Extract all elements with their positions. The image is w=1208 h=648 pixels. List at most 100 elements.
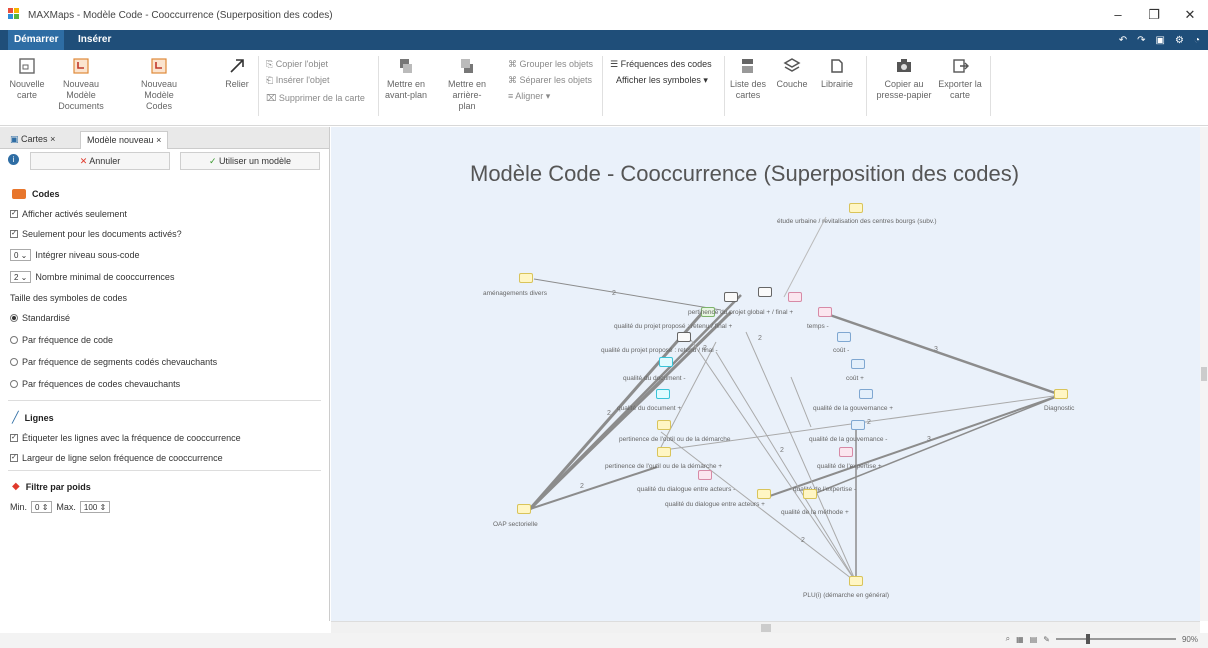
maxmaps-logo-icon	[8, 8, 22, 22]
edge-line[interactable]	[823, 311, 1062, 397]
edge-line[interactable]	[533, 278, 722, 311]
map-list-button[interactable]: Liste des cartes	[728, 54, 768, 101]
code-node-icon[interactable]	[657, 447, 671, 457]
zoom-fit-icon[interactable]: ⌕	[1006, 634, 1010, 644]
scroll-thumb[interactable]	[1201, 367, 1207, 381]
zoom-slider[interactable]	[1055, 634, 1176, 644]
code-node-icon[interactable]	[519, 273, 533, 283]
bring-front-button[interactable]: Mettre en avant-plan	[384, 54, 428, 101]
code-node-icon[interactable]	[849, 203, 863, 213]
pen-icon[interactable]: ✎	[1043, 635, 1050, 644]
copy-object-button[interactable]: ⎘ Copier l'objet	[266, 58, 328, 70]
send-back-label: Mettre en arrière-plan	[447, 79, 487, 111]
weight-min-stepper[interactable]: 0 ⇕	[31, 501, 53, 513]
ribbon-separator	[378, 56, 379, 116]
scroll-thumb[interactable]	[761, 624, 771, 632]
maximize-button[interactable]: ❐	[1136, 0, 1172, 30]
weight-max-stepper[interactable]: 100 ⇕	[79, 501, 111, 513]
code-node-icon[interactable]	[656, 389, 670, 399]
code-node-icon[interactable]	[677, 332, 691, 342]
size-code-freq-radio[interactable]: Par fréquence de code	[10, 335, 113, 345]
size-standard-radio[interactable]: Standardisé	[10, 313, 70, 323]
code-node-icon[interactable]	[803, 489, 817, 499]
code-node-icon[interactable]	[818, 307, 832, 317]
edge-line[interactable]	[745, 331, 857, 583]
close-tab-icon[interactable]: ×	[50, 134, 55, 144]
align-button[interactable]: ≡ Aligner ▾	[508, 90, 550, 102]
insert-object-button[interactable]: ⎗ Insérer l'objet	[266, 74, 329, 86]
code-node-icon[interactable]	[757, 489, 771, 499]
code-node-icon[interactable]	[839, 447, 853, 457]
delete-from-map-button[interactable]: ⌧ Supprimer de la carte	[266, 92, 365, 104]
code-node-label: pertinence de l'outil ou de la démarche …	[605, 463, 723, 470]
only-active-docs-checkbox[interactable]: ✓ Seulement pour les documents activés?	[10, 229, 182, 239]
grid-view-icon[interactable]: ▦	[1016, 635, 1024, 644]
edge-line[interactable]	[783, 216, 827, 298]
section-divider	[8, 470, 321, 471]
close-tab-icon[interactable]: ×	[156, 135, 161, 145]
code-node-icon[interactable]	[849, 576, 863, 586]
ribbon-separator	[602, 56, 603, 116]
checkbox-checked-icon: ✓	[10, 434, 18, 442]
code-node-icon[interactable]	[517, 504, 531, 514]
code-node-icon[interactable]	[659, 357, 673, 367]
tab-cartes[interactable]: ▣ Cartes ×	[4, 131, 61, 149]
symbol-size-label: Taille des symboles de codes	[10, 293, 128, 303]
code-node-icon[interactable]	[837, 332, 851, 342]
send-back-button[interactable]: Mettre en arrière-plan	[444, 54, 490, 112]
status-bar: ⌕ ▦ ▤ ✎ 90%	[0, 633, 1208, 648]
info-icon[interactable]: i	[8, 154, 19, 165]
edge-line[interactable]	[790, 376, 812, 428]
use-model-button[interactable]: ✓ Utiliser un modèle	[180, 152, 320, 170]
new-model-documents-button[interactable]: Nouveau Modèle Documents	[58, 54, 104, 112]
show-symbols-dropdown[interactable]: Afficher les symboles ▾	[616, 74, 708, 86]
map-canvas[interactable]: Modèle Code - Cooccurrence (Superpositio…	[331, 127, 1200, 621]
code-node-icon[interactable]	[758, 287, 772, 297]
code-frequencies-button[interactable]: ☰ Fréquences des codes	[610, 58, 712, 70]
tab-inserer[interactable]: Insérer	[72, 30, 117, 50]
export-map-button[interactable]: Exporter la carte	[938, 54, 982, 101]
link-button[interactable]: Relier	[222, 54, 252, 90]
edge-label: 2	[607, 410, 611, 417]
new-map-button[interactable]: Nouvelle carte	[6, 54, 48, 101]
new-model-codes-button[interactable]: Nouveau Modèle Codes	[136, 54, 182, 112]
min-cooccurrence-dropdown[interactable]: 2 ⌄	[10, 271, 32, 283]
code-node-icon[interactable]	[851, 420, 865, 430]
layer-button[interactable]: Couche	[772, 54, 812, 90]
show-active-only-checkbox[interactable]: ✓ Afficher activés seulement	[10, 209, 127, 219]
help-icon[interactable]: ◔	[1194, 35, 1200, 46]
library-button[interactable]: Librairie	[814, 54, 860, 90]
label-lines-checkbox[interactable]: ✓ Étiqueter les lignes avec la fréquence …	[10, 433, 241, 443]
edge-line[interactable]	[690, 339, 857, 583]
horizontal-scrollbar[interactable]	[331, 621, 1200, 633]
page-view-icon[interactable]: ▤	[1030, 635, 1038, 644]
copy-clipboard-button[interactable]: Copier au presse-papier	[874, 54, 934, 101]
tab-modele-nouveau[interactable]: Modèle nouveau ×	[80, 131, 169, 149]
group-objects-button[interactable]: ⌘ Grouper les objets	[508, 58, 593, 70]
zoom-knob[interactable]	[1085, 634, 1090, 644]
settings-icon[interactable]: ⚙	[1175, 35, 1184, 46]
code-node-label: qualité de la méthode +	[781, 509, 849, 516]
code-node-icon[interactable]	[724, 292, 738, 302]
width-by-freq-checkbox[interactable]: ✓ Largeur de ligne selon fréquence de coo…	[10, 453, 223, 463]
code-node-icon[interactable]	[657, 420, 671, 430]
code-node-label: aménagements divers	[483, 290, 547, 297]
print-icon[interactable]: ▣	[1156, 35, 1165, 46]
close-button[interactable]: ✕	[1172, 0, 1208, 30]
tab-demarrer[interactable]: Démarrer	[8, 30, 65, 50]
undo-icon[interactable]: ↶	[1119, 35, 1127, 46]
edge-line[interactable]	[763, 394, 1062, 499]
code-node-icon[interactable]	[859, 389, 873, 399]
size-codes-freq-radio[interactable]: Par fréquences de codes chevauchants	[10, 379, 180, 389]
size-segments-freq-radio[interactable]: Par fréquence de segments codés chevauch…	[10, 357, 217, 367]
redo-icon[interactable]: ↷	[1137, 35, 1145, 46]
code-node-icon[interactable]	[1054, 389, 1068, 399]
vertical-scrollbar[interactable]	[1200, 127, 1208, 621]
minimize-button[interactable]: –	[1100, 0, 1136, 30]
cancel-button[interactable]: ✕ Annuler	[30, 152, 170, 170]
subcode-level-dropdown[interactable]: 0 ⌄	[10, 249, 32, 261]
code-node-icon[interactable]	[851, 359, 865, 369]
code-node-icon[interactable]	[698, 470, 712, 480]
separate-objects-button[interactable]: ⌘ Séparer les objets	[508, 74, 592, 86]
code-node-icon[interactable]	[788, 292, 802, 302]
